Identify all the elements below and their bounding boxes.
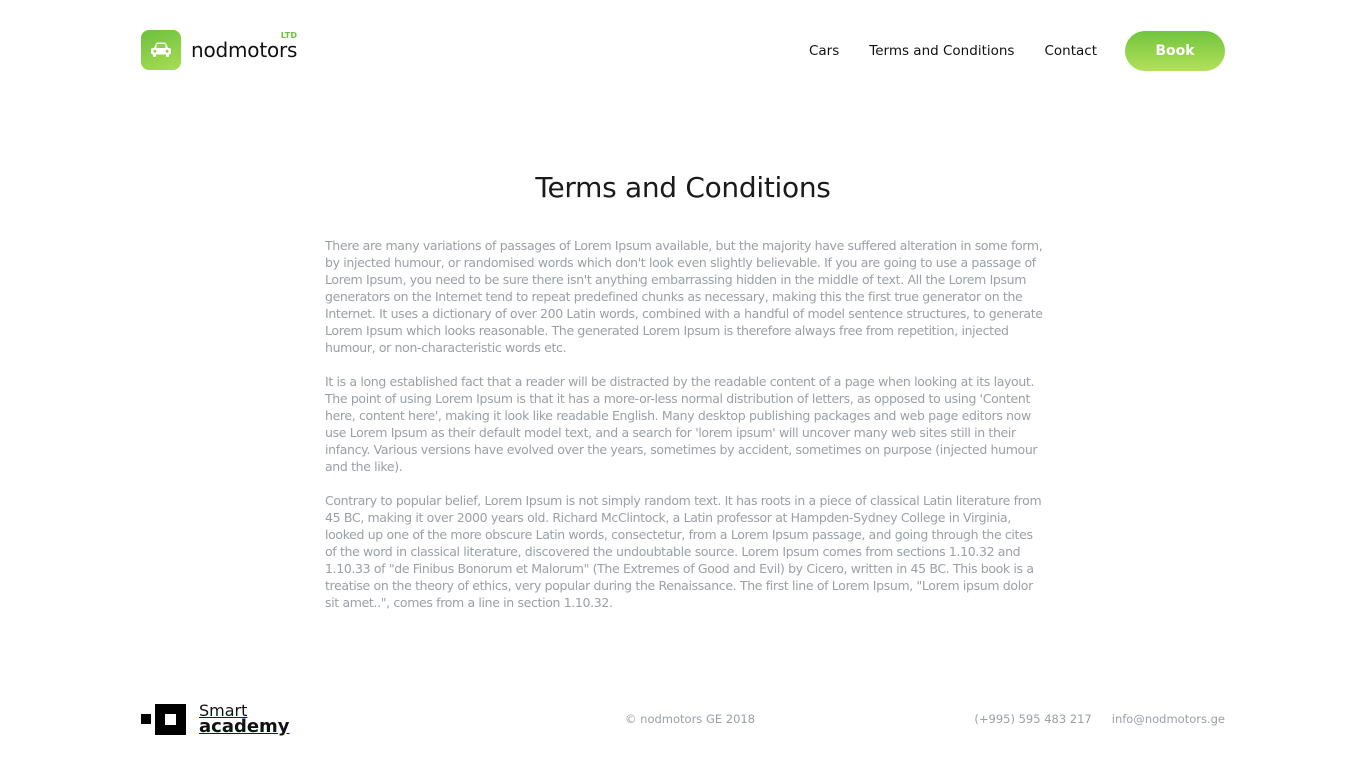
copyright-text: © nodmotors GE 2018 bbox=[625, 712, 756, 726]
logo-name: nodmotors bbox=[191, 38, 298, 62]
terms-paragraph-3: Contrary to popular belief, Lorem Ipsum … bbox=[325, 493, 1042, 610]
smart-academy-mark-icon bbox=[141, 703, 186, 736]
footer-contacts: (+995) 595 483 217 info@nodmotors.ge bbox=[954, 712, 1225, 726]
terms-paragraph-1: There are many variations of passages of… bbox=[325, 238, 1043, 355]
terms-paragraph-2: It is a long established fact that a rea… bbox=[325, 374, 1038, 474]
site-header: nodmotors LTD Cars Terms and Conditions … bbox=[141, 30, 1225, 71]
contact-email[interactable]: info@nodmotors.ge bbox=[1112, 712, 1225, 726]
logo-wordmark: nodmotors LTD bbox=[191, 32, 298, 62]
page-title: Terms and Conditions bbox=[535, 171, 831, 204]
site-logo[interactable]: nodmotors LTD bbox=[141, 30, 297, 70]
nav-link-terms[interactable]: Terms and Conditions bbox=[869, 43, 1014, 59]
nav-link-cars[interactable]: Cars bbox=[809, 43, 839, 59]
contact-phone[interactable]: (+995) 595 483 217 bbox=[974, 712, 1091, 726]
main-nav: Cars Terms and Conditions Contact Book bbox=[809, 30, 1225, 71]
smart-academy-logo[interactable]: Smart academy bbox=[141, 703, 290, 736]
logo-suffix: LTD bbox=[280, 31, 298, 40]
terms-content: There are many variations of passages of… bbox=[325, 237, 1045, 628]
site-footer: Smart academy © nodmotors GE 2018 (+995)… bbox=[141, 700, 1225, 740]
car-icon bbox=[141, 30, 181, 70]
smart-academy-line2: academy bbox=[199, 716, 290, 737]
nav-link-contact[interactable]: Contact bbox=[1044, 43, 1097, 59]
book-button[interactable]: Book bbox=[1125, 30, 1225, 71]
